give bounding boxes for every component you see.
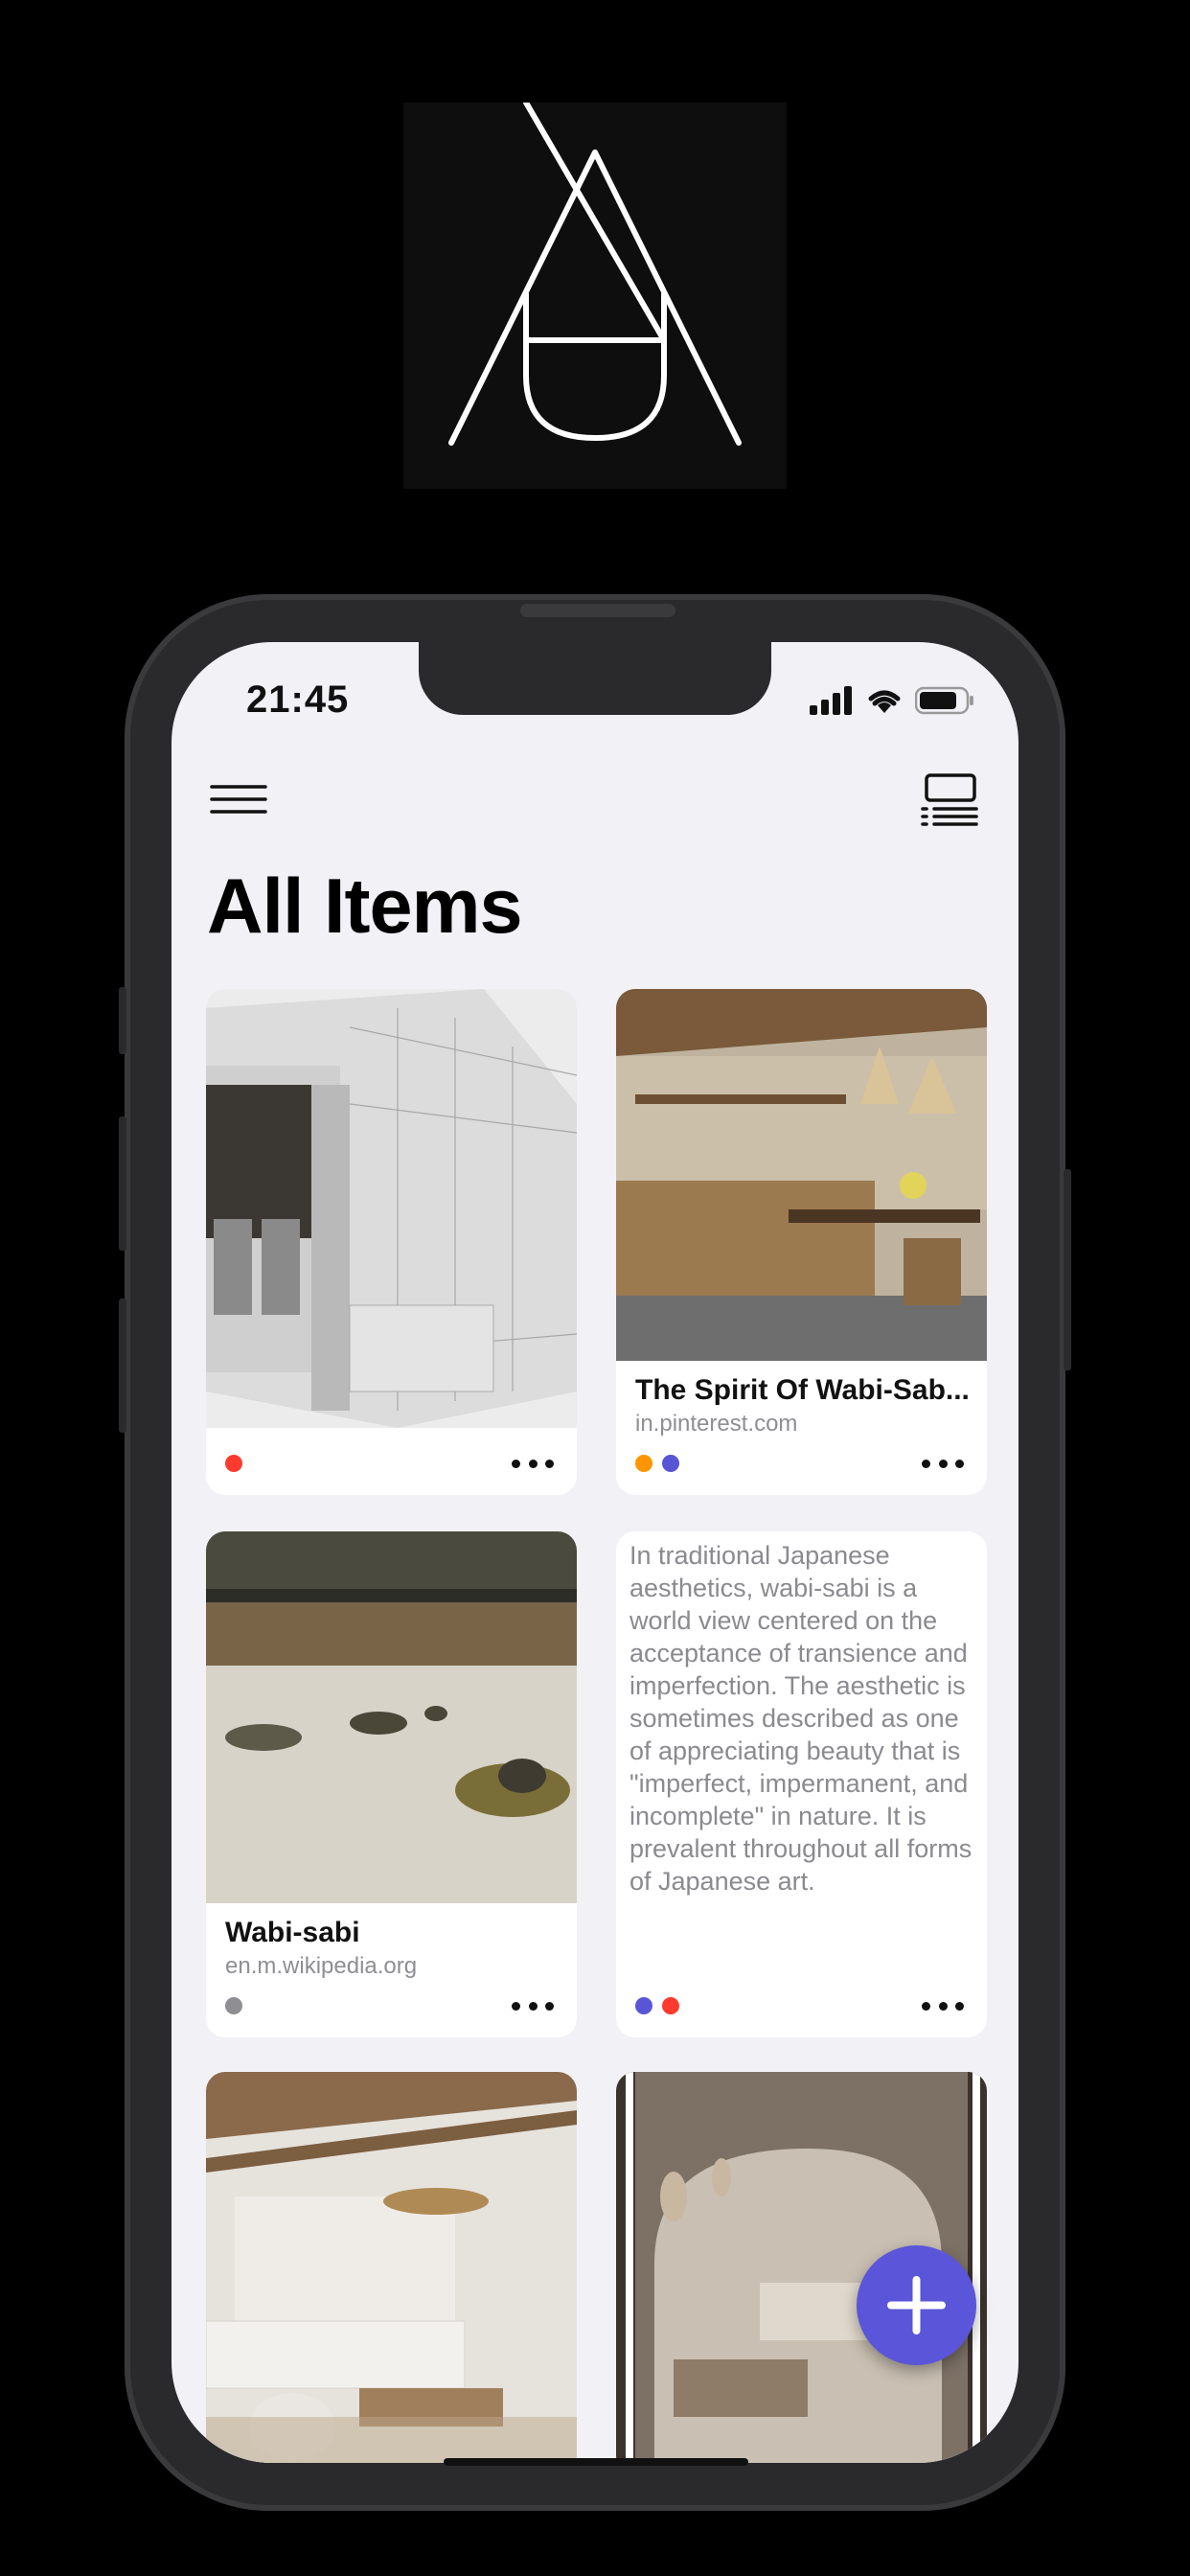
item-domain: in.pinterest.com bbox=[635, 1411, 798, 1437]
cellular-signal-icon bbox=[810, 686, 852, 715]
more-options-button[interactable] bbox=[512, 1459, 554, 1468]
tag-dot-purple bbox=[662, 1455, 679, 1472]
status-time: 21:45 bbox=[246, 678, 350, 721]
ellipsis-icon bbox=[922, 1459, 930, 1468]
architecture-sketch-image bbox=[206, 989, 577, 1428]
tag-dot-red bbox=[662, 1997, 679, 2014]
note-card[interactable]: In traditional Japanese aesthetics, wabi… bbox=[616, 1531, 987, 2037]
item-card[interactable]: The Spirit Of Wabi-Sab... in.pinterest.c… bbox=[616, 989, 987, 1495]
status-icons bbox=[810, 686, 974, 715]
item-domain: en.m.wikipedia.org bbox=[225, 1953, 418, 1979]
tag-dot-orange bbox=[635, 1455, 652, 1472]
camera-notch bbox=[419, 642, 771, 715]
app-logo bbox=[403, 103, 787, 489]
tag-dots bbox=[635, 1455, 679, 1472]
ellipsis-icon bbox=[512, 1459, 520, 1468]
battery-icon bbox=[915, 686, 973, 715]
plus-icon bbox=[887, 2276, 946, 2334]
tag-dots bbox=[225, 1455, 242, 1472]
item-image-wabi-sabi-kitchen bbox=[616, 989, 987, 1361]
item-card[interactable]: Wabi-sabi en.m.wikipedia.org bbox=[206, 1531, 577, 2037]
list-view-icon bbox=[921, 773, 978, 826]
screen: 21:45 All Items The Spirit Of Wabi-Sab..… bbox=[172, 642, 1018, 2463]
item-card[interactable] bbox=[206, 2072, 577, 2463]
item-title: The Spirit Of Wabi-Sab... bbox=[635, 1374, 970, 1406]
mute-switch bbox=[119, 987, 126, 1054]
item-title: Wabi-sabi bbox=[225, 1917, 360, 1948]
living-room-interior-image bbox=[206, 2072, 577, 2463]
more-options-button[interactable] bbox=[512, 2001, 554, 2011]
item-image-zen-rock-garden bbox=[206, 1531, 577, 1903]
more-options-button[interactable] bbox=[922, 1459, 964, 1468]
hamburger-menu-icon bbox=[210, 785, 267, 814]
tag-dots bbox=[635, 1997, 679, 2014]
app-logo-mark bbox=[448, 103, 742, 446]
view-toggle-button[interactable] bbox=[921, 772, 978, 828]
more-options-button[interactable] bbox=[922, 2001, 964, 2011]
tag-dots bbox=[225, 1997, 242, 2014]
ellipsis-icon bbox=[922, 2001, 930, 2011]
phone-frame: 21:45 All Items The Spirit Of Wabi-Sab..… bbox=[119, 594, 1071, 2511]
speaker-grille bbox=[520, 604, 675, 617]
tag-dot-gray bbox=[225, 1997, 242, 2014]
volume-down-button bbox=[119, 1299, 126, 1433]
wifi-icon bbox=[868, 690, 901, 713]
wabi-sabi-kitchen-image bbox=[616, 989, 987, 1361]
power-button bbox=[1064, 1169, 1071, 1370]
menu-button[interactable] bbox=[210, 781, 267, 819]
page-title: All Items bbox=[207, 863, 523, 950]
home-indicator-bar bbox=[444, 2458, 748, 2466]
item-image-architecture-sketch bbox=[206, 989, 577, 1428]
item-image-living-room-interior bbox=[206, 2072, 577, 2463]
add-item-button[interactable] bbox=[857, 2245, 976, 2365]
ellipsis-icon bbox=[512, 2001, 520, 2011]
zen-rock-garden-image bbox=[206, 1531, 577, 1903]
item-card[interactable] bbox=[206, 989, 577, 1495]
tag-dot-red bbox=[225, 1455, 242, 1472]
note-text: In traditional Japanese aesthetics, wabi… bbox=[629, 1541, 973, 1896]
tag-dot-purple bbox=[635, 1997, 652, 2014]
volume-up-button bbox=[119, 1116, 126, 1251]
